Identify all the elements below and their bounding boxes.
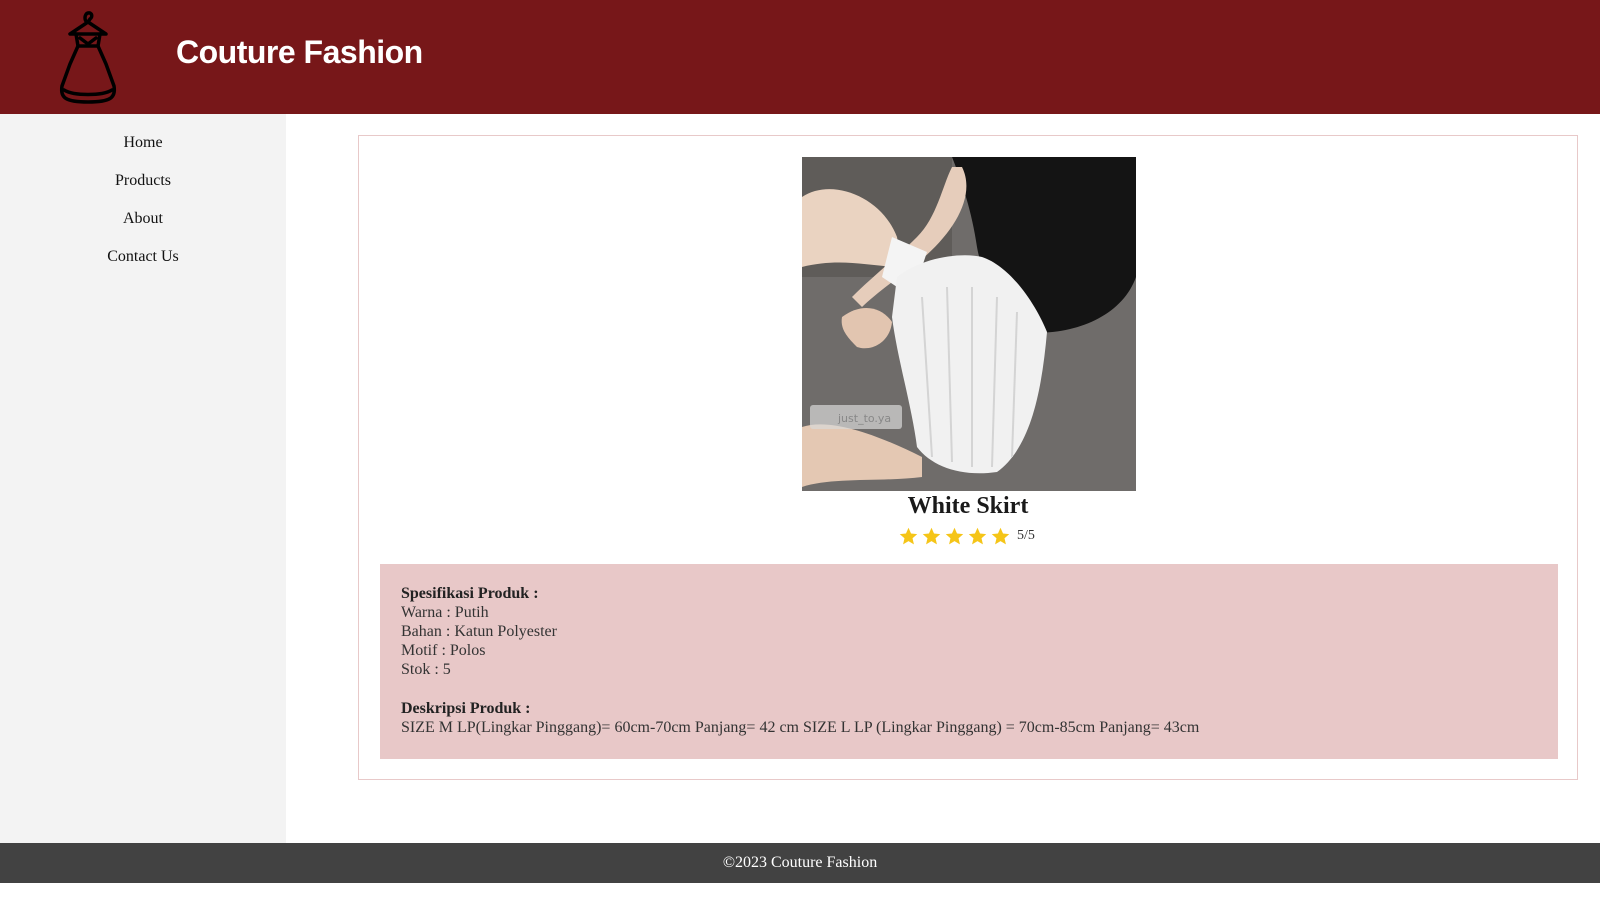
site-header: Couture Fashion xyxy=(0,0,1600,114)
nav-item-contact-us[interactable]: Contact Us xyxy=(0,248,286,266)
star-icon xyxy=(945,527,964,544)
spec-item-material: Bahan : Katun Polyester xyxy=(401,623,557,640)
spec-item-color: Warna : Putih xyxy=(401,604,489,621)
star-icon xyxy=(968,527,987,544)
nav-item-about[interactable]: About xyxy=(0,210,286,228)
dress-on-hanger-icon[interactable] xyxy=(54,8,122,106)
svg-text:just_to.ya: just_to.ya xyxy=(837,412,891,425)
spec-item-motif: Motif : Polos xyxy=(401,642,486,659)
site-footer: ©2023 Couture Fashion xyxy=(0,843,1600,883)
spec-heading: Spesifikasi Produk : xyxy=(401,585,539,602)
spec-item-stock: Stok : 5 xyxy=(401,661,451,678)
product-title: White Skirt xyxy=(907,493,1029,519)
nav-item-home[interactable]: Home xyxy=(0,134,286,152)
star-icon xyxy=(922,527,941,544)
footer-copyright: ©2023 Couture Fashion xyxy=(722,854,878,871)
product-photo: just_to.ya xyxy=(802,157,1136,491)
description-heading: Deskripsi Produk : xyxy=(401,700,531,717)
star-icon xyxy=(899,527,918,544)
star-icon xyxy=(991,527,1010,544)
nav-item-products[interactable]: Products xyxy=(0,172,286,190)
sidebar-nav: Home Products About Contact Us xyxy=(0,114,286,843)
description-text: SIZE M LP(Lingkar Pinggang)= 60cm-70cm P… xyxy=(401,719,1200,736)
brand-name[interactable]: Couture Fashion xyxy=(176,34,423,71)
rating-text: 5/5 xyxy=(1017,528,1035,543)
product-rating: 5/5 xyxy=(898,525,1035,547)
